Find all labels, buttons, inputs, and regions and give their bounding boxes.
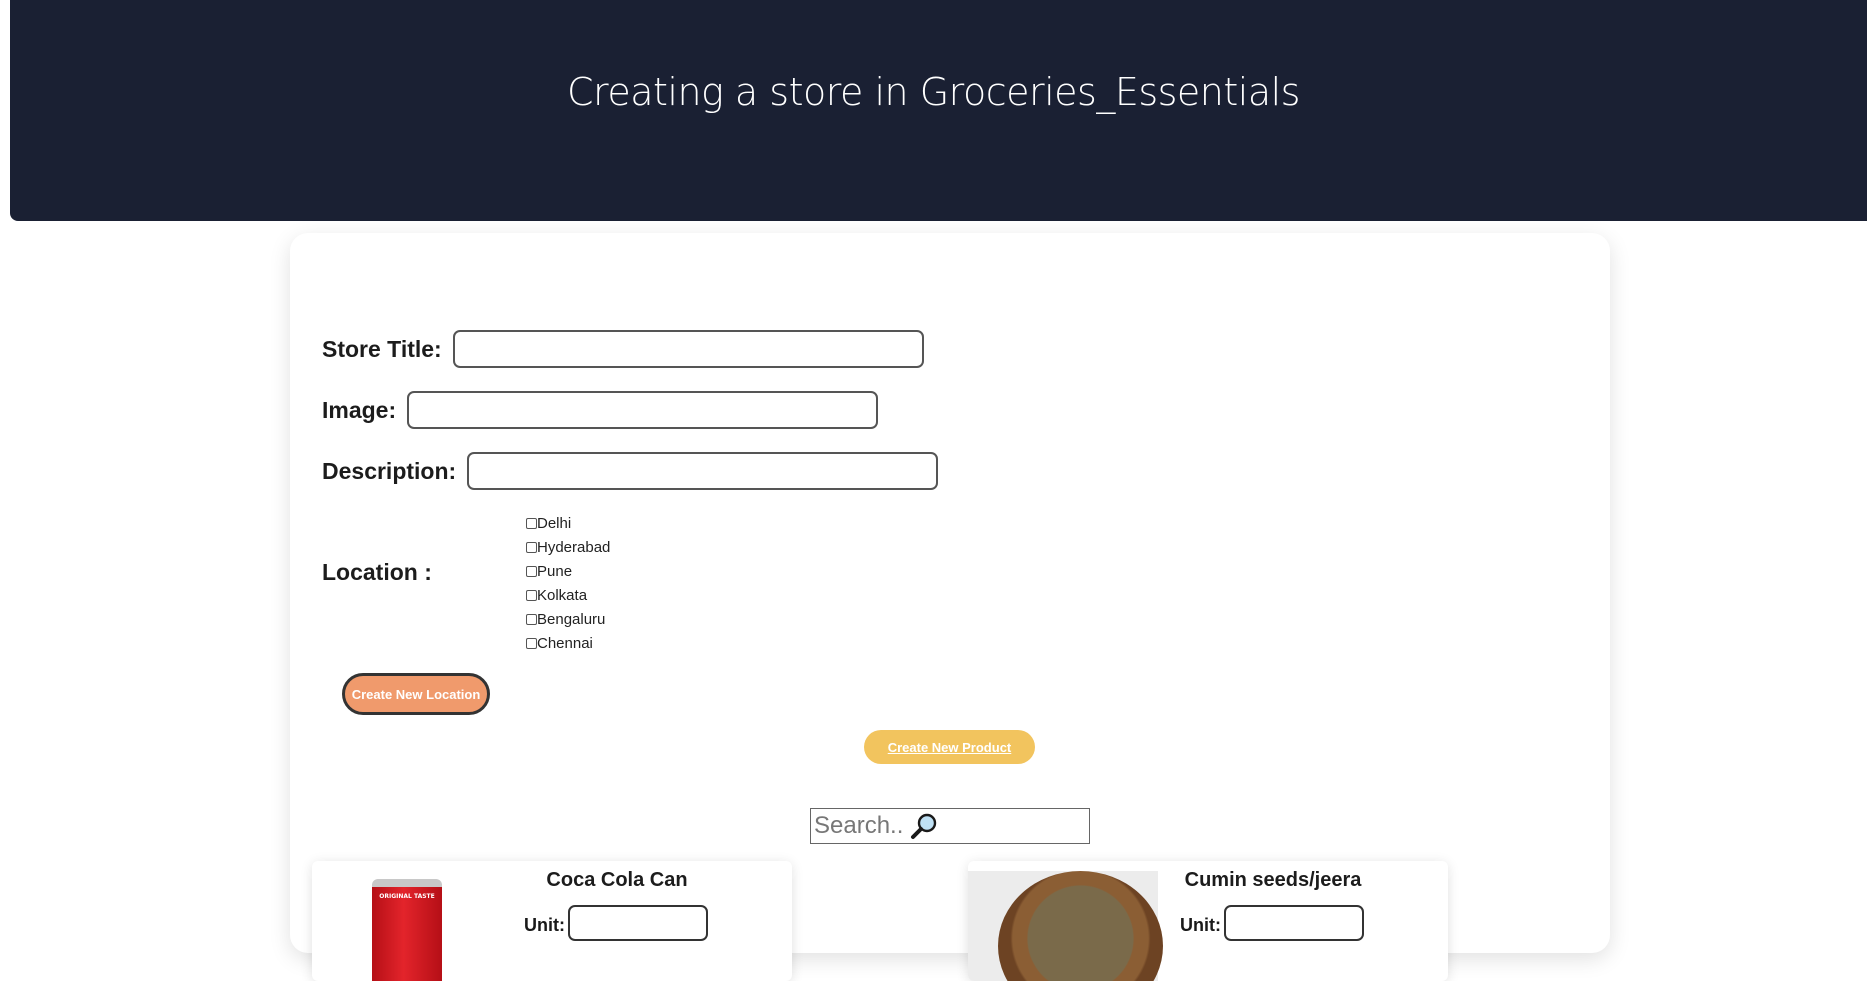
description-row: Description: [322,452,939,490]
can-label-text: ORIGINAL TASTE [379,893,435,900]
location-option-chennai[interactable]: Chennai [526,631,610,655]
location-option-bengaluru[interactable]: Bengaluru [526,607,610,631]
search-placeholder: Search.. [814,812,904,839]
product-card[interactable]: Cumin seeds/jeera Unit: [968,861,1448,981]
product-name: Cumin seeds/jeera [1184,869,1362,891]
location-option-delhi[interactable]: Delhi [526,511,610,535]
store-title-input[interactable] [452,330,924,368]
location-label: Location : [322,559,432,585]
checkbox[interactable] [526,565,537,577]
checkbox-label: Chennai [537,634,593,652]
unit-input[interactable] [1224,905,1364,941]
location-option-kolkata[interactable]: Kolkata [526,583,610,607]
store-title-label: Store Title: [322,335,442,362]
page-title: Creating a store in Groceries_Essentials [567,70,1300,114]
magnifier-icon[interactable] [909,811,939,841]
checkbox[interactable] [526,517,537,529]
store-title-row: Store Title: [322,330,924,368]
search-box[interactable]: Search.. [810,808,1090,844]
checkbox-label: Kolkata [537,586,588,604]
location-checkbox-list: Delhi Hyderabad Pune Kolkata Bengaluru C… [526,511,610,655]
location-option-hyderabad[interactable]: Hyderabad [526,535,610,559]
store-form-card: Store Title: Image: Description: Locatio… [290,233,1610,981]
create-new-product-button[interactable]: Create New Product [864,730,1035,764]
image-label: Image: [322,396,397,423]
checkbox-label: Hyderabad [537,538,611,556]
unit-label: Unit: [1180,915,1221,935]
description-label: Description: [322,457,457,484]
page-header: Creating a store in Groceries_Essentials [10,0,1867,221]
product-card[interactable]: ORIGINAL TASTE Coca Cola Can Unit: [312,861,792,981]
checkbox[interactable] [526,613,537,625]
checkbox[interactable] [526,637,537,649]
checkbox-label: Bengaluru [537,610,606,628]
product-name: Coca Cola Can [546,869,688,891]
location-option-pune[interactable]: Pune [526,559,610,583]
checkbox[interactable] [526,589,537,601]
description-input[interactable] [467,452,939,490]
image-row: Image: [322,391,879,429]
checkbox-label: Delhi [537,514,572,532]
unit-label: Unit: [524,915,565,935]
unit-input[interactable] [568,905,708,941]
create-new-location-button[interactable]: Create New Location [342,673,490,715]
cumin-seeds-image [968,871,1163,981]
image-input[interactable] [407,391,879,429]
checkbox[interactable] [526,541,537,553]
checkbox-label: Pune [537,562,573,580]
coca-cola-can-image: ORIGINAL TASTE [372,879,442,981]
